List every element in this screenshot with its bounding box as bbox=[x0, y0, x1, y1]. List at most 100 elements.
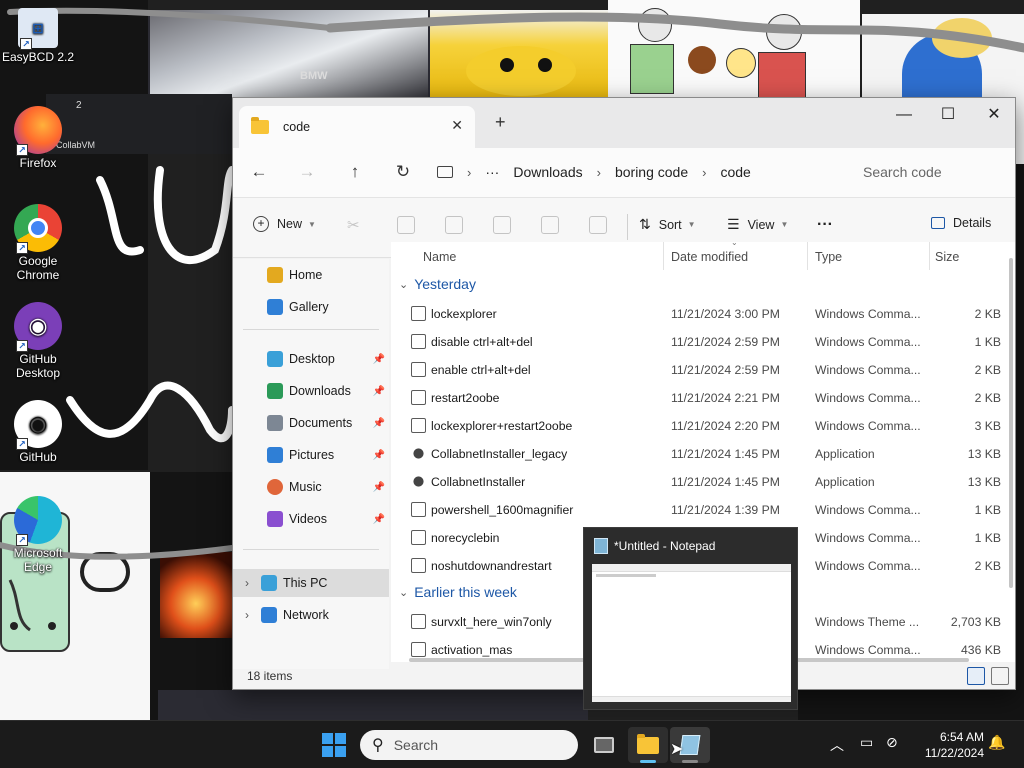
close-button[interactable]: ✕ bbox=[971, 104, 1017, 130]
more-options-button[interactable]: ··· bbox=[817, 216, 833, 234]
share-icon[interactable] bbox=[541, 216, 559, 234]
address-bar[interactable]: › ··· Downloads › boring code › code bbox=[437, 156, 847, 188]
file-row[interactable]: CollabnetInstaller 11/21/2024 1:45 PM Appl… bbox=[391, 468, 1015, 496]
new-button[interactable]: + New ▼ bbox=[253, 216, 316, 232]
chevron-up-icon[interactable]: ︿ bbox=[830, 735, 844, 755]
nav-item-label: Music bbox=[289, 480, 322, 494]
network-status-icon[interactable]: ▭ bbox=[860, 734, 873, 751]
column-header-name[interactable]: Name bbox=[423, 250, 456, 264]
sort-button[interactable]: ⇅ Sort ▼ bbox=[639, 216, 696, 233]
view-button[interactable]: ☰ View ▼ bbox=[727, 216, 788, 233]
desktop-icon-easybcd[interactable]: ⊞ ↗ EasyBCD 2.2 bbox=[0, 8, 76, 64]
taskbar-search-box[interactable]: ⚲ Search bbox=[360, 730, 578, 760]
copy-icon[interactable] bbox=[397, 216, 415, 234]
script-file-icon bbox=[411, 614, 426, 629]
script-file-icon bbox=[411, 362, 426, 377]
maximize-button[interactable]: ☐ bbox=[925, 104, 971, 130]
breadcrumb-overflow[interactable]: ··· bbox=[485, 164, 499, 180]
start-button[interactable] bbox=[322, 733, 346, 757]
pin-icon[interactable]: 📌 bbox=[373, 386, 385, 397]
desktop-icon-github-desktop[interactable]: ◉ ↗ GitHub Desktop bbox=[0, 302, 76, 380]
up-arrow-icon[interactable]: ↑ bbox=[343, 162, 367, 182]
breadcrumb-code[interactable]: code bbox=[720, 164, 750, 180]
column-header-type[interactable]: Type bbox=[815, 250, 842, 264]
rename-icon[interactable] bbox=[493, 216, 511, 234]
nav-item-gallery[interactable]: Gallery bbox=[233, 293, 389, 321]
file-type: Windows Comma... bbox=[815, 335, 921, 349]
nav-item-this-pc[interactable]: › This PC bbox=[233, 569, 389, 597]
details-view-icon[interactable] bbox=[967, 667, 985, 685]
wallpaper-car-photo: BMW bbox=[150, 10, 428, 102]
minimize-button[interactable]: — bbox=[881, 104, 927, 130]
chevron-down-icon[interactable]: ⌄ bbox=[399, 278, 408, 291]
nav-item-desktop[interactable]: Desktop 📌 bbox=[233, 345, 389, 373]
new-tab-button[interactable]: + bbox=[495, 112, 506, 133]
group-header[interactable]: ⌄ Earlier this week bbox=[399, 584, 517, 600]
sort-chevron-icon: ⌄ bbox=[731, 242, 738, 247]
notepad-taskbar-preview[interactable]: *Untitled - Notepad bbox=[583, 527, 798, 710]
cut-icon[interactable]: ✂ bbox=[347, 216, 365, 234]
gallery-icon bbox=[267, 299, 283, 315]
volume-muted-icon[interactable]: ⊘ bbox=[886, 734, 898, 751]
file-size: 2 KB bbox=[974, 307, 1001, 321]
file-row[interactable]: powershell_1600magnifier 11/21/2024 1:39 … bbox=[391, 496, 1015, 524]
pin-icon[interactable]: 📌 bbox=[373, 450, 385, 461]
vertical-scrollbar[interactable] bbox=[1009, 258, 1013, 588]
breadcrumb-boring-code[interactable]: boring code bbox=[615, 164, 688, 180]
pin-icon[interactable]: 📌 bbox=[373, 418, 385, 429]
desktop-icon-label: GitHub bbox=[19, 450, 57, 464]
file-row[interactable]: disable ctrl+alt+del 11/21/2024 2:59 PM Wi… bbox=[391, 328, 1015, 356]
details-pane-button[interactable]: Details bbox=[931, 216, 991, 230]
title-bar[interactable]: code ✕ + — ☐ ✕ bbox=[233, 98, 1015, 148]
column-divider[interactable] bbox=[663, 242, 664, 270]
delete-icon[interactable] bbox=[589, 216, 607, 234]
desktop-icon-chrome[interactable]: ↗ Google Chrome bbox=[0, 204, 76, 282]
clock[interactable]: 6:54 AM 11/22/2024 bbox=[904, 729, 984, 761]
search-input[interactable]: Search code bbox=[851, 156, 1013, 188]
column-divider[interactable] bbox=[929, 242, 930, 270]
nav-item-documents[interactable]: Documents 📌 bbox=[233, 409, 389, 437]
desktop-icon-edge[interactable]: ↗ Microsoft Edge bbox=[0, 496, 76, 574]
file-size: 1 KB bbox=[974, 503, 1001, 517]
nav-item-home[interactable]: Home bbox=[233, 261, 389, 289]
chevron-right-icon: › bbox=[467, 164, 472, 180]
tab-code[interactable]: code ✕ bbox=[239, 106, 475, 148]
paste-icon[interactable] bbox=[445, 216, 463, 234]
notepad-thumbnail[interactable] bbox=[592, 564, 791, 702]
column-divider[interactable] bbox=[807, 242, 808, 270]
chevron-right-icon[interactable]: › bbox=[245, 576, 261, 590]
column-header-size[interactable]: Size bbox=[935, 250, 959, 264]
refresh-icon[interactable]: ↻ bbox=[391, 162, 415, 182]
column-header-date[interactable]: Date modified bbox=[671, 250, 748, 264]
nav-item-music[interactable]: Music 📌 bbox=[233, 473, 389, 501]
nav-item-videos[interactable]: Videos 📌 bbox=[233, 505, 389, 533]
pin-icon[interactable]: 📌 bbox=[373, 482, 385, 493]
file-row[interactable]: CollabnetInstaller_legacy 11/21/2024 1:45… bbox=[391, 440, 1015, 468]
file-row[interactable]: lockexplorer+restart2oobe 11/21/2024 2:20… bbox=[391, 412, 1015, 440]
tab-close-icon[interactable]: ✕ bbox=[451, 117, 463, 134]
forward-arrow-icon[interactable]: → bbox=[295, 162, 319, 182]
file-row[interactable]: enable ctrl+alt+del 11/21/2024 2:59 PM Win… bbox=[391, 356, 1015, 384]
chevron-right-icon[interactable]: › bbox=[245, 608, 261, 622]
notifications-icon[interactable]: 🔔 bbox=[988, 734, 1005, 751]
breadcrumb-downloads[interactable]: Downloads bbox=[513, 164, 582, 180]
group-header[interactable]: ⌄ Yesterday bbox=[399, 276, 476, 292]
taskbar-file-explorer[interactable] bbox=[628, 727, 668, 763]
pin-icon[interactable]: 📌 bbox=[373, 514, 385, 525]
desktop-icon-github[interactable]: ◉ ↗ GitHub bbox=[0, 400, 76, 464]
chevron-down-icon[interactable]: ⌄ bbox=[399, 586, 408, 599]
tiles-view-icon[interactable] bbox=[991, 667, 1009, 685]
nav-item-downloads[interactable]: Downloads 📌 bbox=[233, 377, 389, 405]
pin-icon[interactable]: 📌 bbox=[373, 354, 385, 365]
nav-item-pictures[interactable]: Pictures 📌 bbox=[233, 441, 389, 469]
desktop-icon-firefox[interactable]: ↗ Firefox bbox=[0, 106, 76, 170]
task-view-button[interactable] bbox=[584, 727, 624, 763]
wallpaper-panel bbox=[158, 690, 588, 720]
file-row[interactable]: restart2oobe 11/21/2024 2:21 PM Windows Co… bbox=[391, 384, 1015, 412]
download-icon bbox=[267, 383, 283, 399]
file-row[interactable]: lockexplorer 11/21/2024 3:00 PM Windows Co… bbox=[391, 300, 1015, 328]
back-arrow-icon[interactable]: ← bbox=[247, 162, 271, 182]
firefox-icon: ↗ bbox=[14, 106, 62, 156]
nav-item-network[interactable]: › Network bbox=[233, 601, 389, 629]
clock-time: 6:54 AM bbox=[939, 730, 984, 744]
